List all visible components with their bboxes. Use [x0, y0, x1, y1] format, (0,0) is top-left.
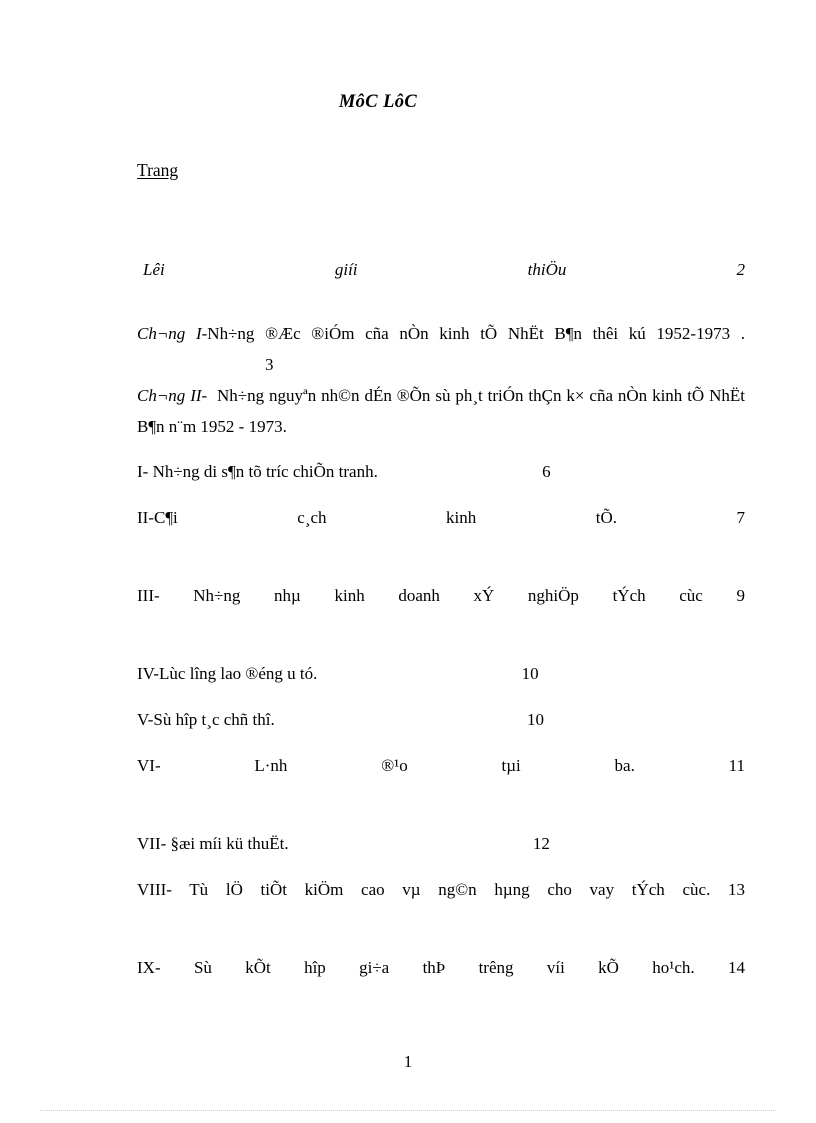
toc-entry-chapter-1-label: Ch¬ng I	[137, 324, 202, 343]
toc-entry-item-8-page: 13	[728, 880, 746, 899]
toc-entry-item-4-page: 10	[521, 664, 539, 683]
toc-entry-item-9-page: 14	[728, 958, 745, 977]
toc-entry-intro-page: 2	[736, 260, 746, 279]
toc-entry-chapter-1-text: -Nh÷ng ®Æc ®iÓm cña nÒn kinh tÕ NhËt B¶n…	[201, 324, 745, 343]
toc-entry-item-9: IX- Sù kÕt hîp gi÷a thÞ trêng víi kÕ ho¹…	[137, 952, 745, 1016]
toc-entry-item-6-page: 11	[728, 756, 746, 775]
toc-entry-item-4-text: IV-Lùc lîng lao ®éng u tó.	[137, 664, 318, 683]
scan-edge-artifact	[40, 1110, 776, 1112]
toc-entry-item-2: II-C¶i c¸ch kinh tÕ. 7	[137, 502, 745, 566]
toc-entry-item-1: I- Nh÷ng di s¶n tõ tríc chiÕn tranh. 6	[137, 456, 745, 488]
toc-entry-item-7: VII- §æi míi kü thuËt. 12	[137, 828, 745, 860]
toc-entry-item-6: VI- L·nh ®¹o tµi ba. 11	[137, 750, 745, 814]
toc-entry-chapter-2-text: Nh÷ng nguyªn nh©n dÉn ®Õn sù ph¸t triÓn …	[137, 386, 745, 436]
toc-entry-intro-label: Lêi giíi thiÖu	[143, 260, 567, 279]
column-heading-trang: Trang	[137, 160, 179, 180]
toc-entry-item-3-page: 9	[736, 586, 746, 605]
toc-entry-chapter-2: Ch¬ng II- Nh÷ng nguyªn nh©n dÉn ®Õn sù p…	[137, 380, 745, 442]
toc-entry-item-7-page: 12	[532, 834, 550, 853]
toc-entry-item-8-text: VIII- Tù lÖ tiÕt kiÖm cao vµ ng©n hµng c…	[137, 880, 711, 899]
toc-entry-item-9-text: IX- Sù kÕt hîp gi÷a thÞ trêng víi kÕ ho¹…	[137, 958, 695, 977]
toc-entry-item-1-page: 6	[542, 462, 551, 481]
toc-entry-item-5-page: 10	[526, 710, 544, 729]
toc-entry-item-5-text: V-Sù hîp t¸c chñ thî.	[137, 710, 275, 729]
toc-entry-item-6-text: VI- L·nh ®¹o tµi ba.	[137, 756, 635, 775]
page-title: MôC LôC	[338, 92, 418, 112]
toc-entry-item-4: IV-Lùc lîng lao ®éng u tó. 10	[137, 658, 745, 690]
toc-entry-chapter-1: Ch¬ng I-Nh÷ng ®Æc ®iÓm cña nÒn kinh tÕ N…	[137, 318, 745, 380]
toc-entry-item-3: III- Nh÷ng nhµ kinh doanh xÝ nghiÖp tÝch…	[137, 580, 745, 644]
toc-entry-chapter-1-page: 3	[265, 355, 274, 374]
toc-entry-item-5: V-Sù hîp t¸c chñ thî. 10	[137, 704, 745, 736]
toc-entry-item-8: VIII- Tù lÖ tiÕt kiÖm cao vµ ng©n hµng c…	[137, 874, 745, 938]
page-number-footer: 1	[403, 1052, 413, 1071]
toc-entry-item-2-text: II-C¶i c¸ch kinh tÕ.	[137, 508, 617, 527]
table-of-contents: Lêi giíi thiÖu 2 Ch¬ng I-Nh÷ng ®Æc ®iÓm …	[137, 254, 745, 1016]
document-page: MôC LôC Trang Lêi giíi thiÖu 2 Ch¬ng I-N…	[0, 0, 816, 1123]
toc-entry-chapter-2-label: Ch¬ng II-	[137, 386, 208, 405]
toc-entry-intro: Lêi giíi thiÖu 2	[137, 254, 745, 318]
toc-entry-item-2-page: 7	[736, 508, 746, 527]
toc-entry-item-3-text: III- Nh÷ng nhµ kinh doanh xÝ nghiÖp tÝch…	[137, 586, 703, 605]
toc-entry-item-7-text: VII- §æi míi kü thuËt.	[137, 834, 289, 853]
toc-entry-item-1-text: I- Nh÷ng di s¶n tõ tríc chiÕn tranh.	[137, 462, 378, 481]
